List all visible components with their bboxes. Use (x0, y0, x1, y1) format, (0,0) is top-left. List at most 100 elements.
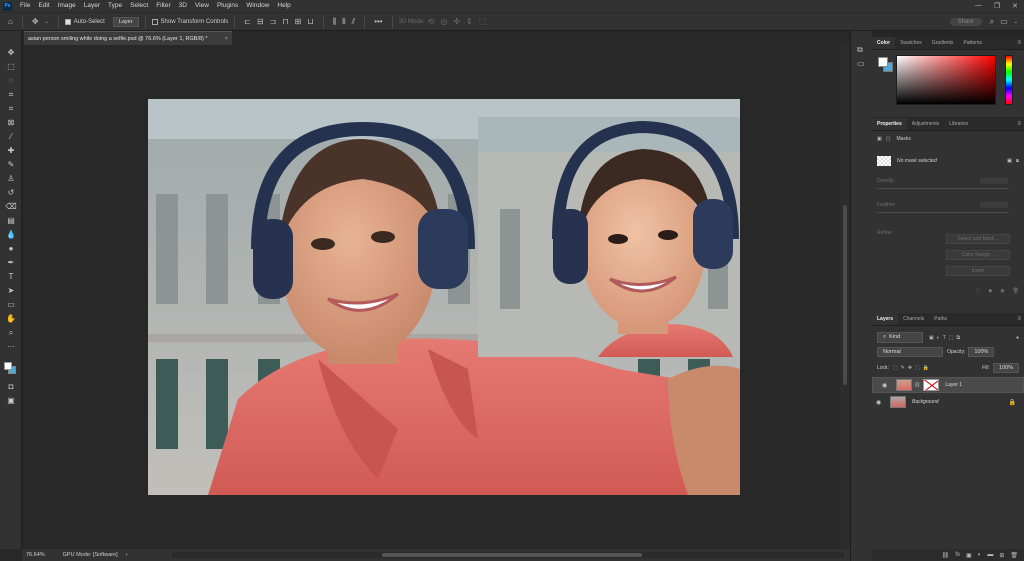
document-tab[interactable]: asian person smiling while doing a selfi… (24, 31, 232, 45)
align-left-icon[interactable]: ⊏ (244, 17, 251, 26)
feather-field[interactable] (980, 202, 1008, 208)
gradient-tool-icon[interactable]: ▤ (4, 215, 18, 227)
type-tool-icon[interactable]: T (4, 271, 18, 283)
tab-patterns[interactable]: Patterns (958, 37, 987, 49)
adjustment-layer-icon[interactable]: ◐ (978, 552, 982, 558)
align-top-icon[interactable]: ⊓ (282, 17, 288, 26)
menu-select[interactable]: Select (126, 0, 152, 12)
fx-icon[interactable]: fx (955, 552, 960, 558)
pen-tool-icon[interactable]: ✒ (4, 257, 18, 269)
3d-pan-icon[interactable]: ✣ (453, 17, 460, 26)
3d-roll-icon[interactable]: ◎ (440, 17, 447, 26)
align-bottom-icon[interactable]: ⊔ (307, 17, 313, 26)
layer-filter-dropdown[interactable]: ⌕ Kind (877, 332, 923, 343)
dodge-tool-icon[interactable]: ● (4, 243, 18, 255)
eyedropper-tool-icon[interactable]: ⁄ (4, 131, 18, 143)
add-vector-mask-icon[interactable]: ⧈ (1016, 158, 1019, 164)
pixel-mask-icon[interactable]: ▣ (877, 136, 882, 142)
tab-color[interactable]: Color (872, 37, 896, 49)
menu-filter[interactable]: Filter (152, 0, 174, 12)
align-right-icon[interactable]: ⊐ (270, 17, 277, 26)
foreground-color-swatch[interactable] (4, 362, 12, 370)
tab-libraries[interactable]: Libraries (944, 118, 973, 130)
workspace-icon[interactable]: ▭ (1000, 17, 1008, 26)
scrollbar-thumb[interactable] (382, 553, 642, 557)
link-icon[interactable]: ⛓ (914, 382, 920, 388)
healing-brush-tool-icon[interactable]: ✚ (4, 145, 18, 157)
lock-options-icons[interactable]: ⬚✎✥⬚🔒 (893, 365, 932, 371)
eye-icon[interactable]: ◉ (876, 399, 886, 406)
select-and-mask-button[interactable]: Select and Mask... (946, 234, 1010, 244)
feather-slider[interactable] (877, 212, 1009, 213)
color-picker-field[interactable] (896, 55, 996, 105)
move-tool-icon[interactable]: ✥ (32, 17, 39, 26)
eye-icon[interactable]: ◉ (882, 382, 892, 389)
menu-view[interactable]: View (191, 0, 213, 12)
menu-window[interactable]: Window (242, 0, 273, 12)
close-icon[interactable]: ✕ (1012, 2, 1018, 10)
opacity-field[interactable]: 100% (968, 347, 995, 357)
menu-3d[interactable]: 3D (175, 0, 191, 12)
load-selection-icon[interactable]: ⬚ (976, 288, 981, 294)
trash-icon[interactable]: 🗑 (1010, 552, 1018, 559)
visibility-icon[interactable]: ◉ (1000, 288, 1004, 294)
menu-edit[interactable]: Edit (34, 0, 53, 12)
hue-slider[interactable] (1005, 55, 1013, 105)
3d-scale-icon[interactable]: ⬚ (479, 17, 487, 26)
brush-tool-icon[interactable]: ✎ (4, 159, 18, 171)
fill-field[interactable]: 100% (992, 363, 1019, 373)
panel-menu-icon[interactable]: ≡ (1017, 118, 1021, 130)
tab-adjustments[interactable]: Adjustments (907, 118, 945, 130)
scrollbar-thumb[interactable] (843, 205, 847, 385)
foreground-color-swatch[interactable] (878, 57, 888, 67)
align-middle-icon[interactable]: ⊞ (295, 17, 302, 26)
frame-tool-icon[interactable]: ⊠ (4, 117, 18, 129)
search-icon[interactable]: ⌕ (990, 17, 994, 27)
blend-mode-dropdown[interactable]: Normal (877, 347, 943, 357)
menu-type[interactable]: Type (104, 0, 126, 12)
new-group-icon[interactable]: ▬ (987, 552, 993, 558)
vector-mask-icon[interactable]: ▢ (886, 136, 891, 142)
history-brush-tool-icon[interactable]: ↺ (4, 187, 18, 199)
menu-help[interactable]: Help (273, 0, 294, 12)
color-range-button[interactable]: Color Range... (946, 250, 1010, 260)
crop-tool-icon[interactable]: ⌗ (4, 103, 18, 115)
distribute-center-icon[interactable]: ⫴ (342, 17, 345, 27)
tab-gradients[interactable]: Gradients (927, 37, 959, 49)
chevron-down-icon[interactable]: ⌄ (1014, 19, 1018, 25)
checkbox-unchecked-icon[interactable] (151, 18, 158, 25)
eraser-tool-icon[interactable]: ⌫ (4, 201, 18, 213)
link-layers-icon[interactable]: ⛓ (942, 552, 950, 559)
menu-plugins[interactable]: Plugins (213, 0, 242, 12)
vertical-scrollbar[interactable] (840, 45, 850, 549)
screen-mode-icon[interactable]: ▣ (4, 395, 18, 407)
quick-select-tool-icon[interactable]: ⌗ (4, 89, 18, 101)
layer-mask-thumbnail[interactable] (923, 379, 940, 391)
checkbox-checked-icon[interactable] (64, 18, 71, 25)
horizontal-scrollbar[interactable] (172, 552, 844, 558)
panel-menu-icon[interactable]: ≡ (1017, 37, 1021, 49)
minimize-icon[interactable]: — (975, 2, 982, 10)
layer-row[interactable]: ◉ Background 🔒 (872, 394, 1024, 410)
history-panel-icon[interactable]: ⧉ (857, 45, 863, 55)
auto-select-target-dropdown[interactable]: Layer (112, 16, 139, 27)
hand-tool-icon[interactable]: ✋ (4, 313, 18, 325)
marquee-tool-icon[interactable]: ⬚ (4, 61, 18, 73)
tab-properties[interactable]: Properties (872, 118, 907, 130)
close-icon[interactable]: × (225, 36, 228, 42)
quick-mask-icon[interactable]: ◘ (4, 381, 18, 393)
layer-name[interactable]: Background (912, 399, 939, 405)
zoom-level[interactable]: 76.64% (26, 552, 45, 558)
menu-layer[interactable]: Layer (80, 0, 104, 12)
apply-mask-icon[interactable]: ◆ (988, 288, 992, 294)
layer-row[interactable]: ◉ ⛓ Layer 1 (872, 377, 1024, 393)
panel-menu-icon[interactable]: ≡ (1017, 313, 1021, 325)
tab-channels[interactable]: Channels (898, 313, 929, 325)
add-mask-icon[interactable]: ▣ (966, 552, 972, 559)
density-field[interactable] (980, 178, 1008, 184)
align-center-icon[interactable]: ⊟ (257, 17, 264, 26)
rectangle-tool-icon[interactable]: ▭ (4, 299, 18, 311)
layer-name[interactable]: Layer 1 (945, 382, 962, 388)
density-slider[interactable] (877, 188, 1009, 189)
blur-tool-icon[interactable]: 💧 (4, 229, 18, 241)
